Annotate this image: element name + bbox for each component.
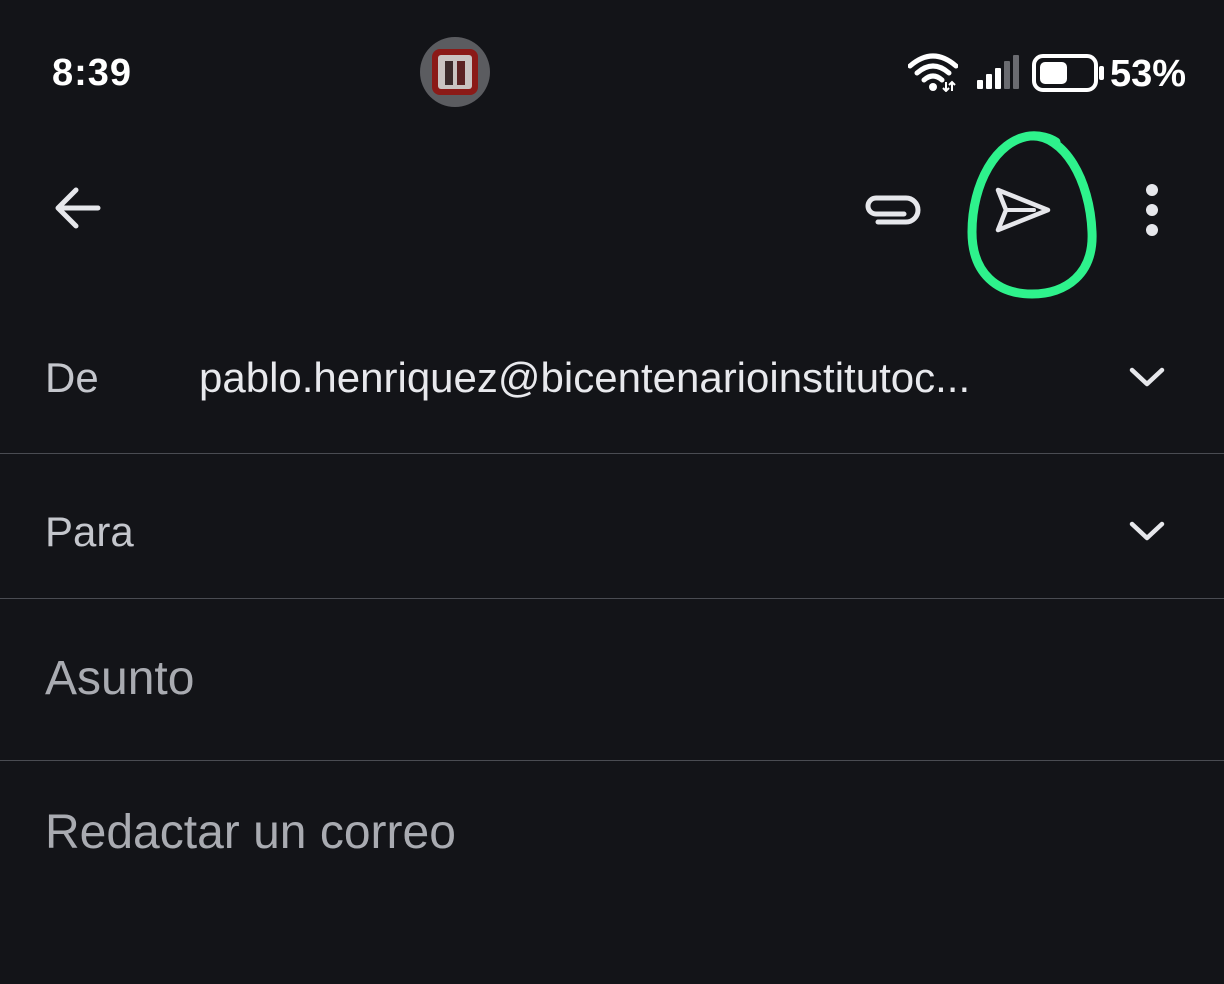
body-field[interactable]: Redactar un correo <box>0 761 1224 984</box>
signal-icon <box>977 55 1019 89</box>
status-time: 8:39 <box>52 52 133 94</box>
to-label: Para <box>45 508 134 555</box>
from-address[interactable]: pablo.henriquez@bicentenarioinstitutoc..… <box>199 354 970 402</box>
more-vert-icon[interactable] <box>1128 176 1176 244</box>
chevron-down-icon[interactable] <box>1124 516 1170 546</box>
from-row[interactable]: De pablo.henriquez@bicentenarioinstituto… <box>0 300 1224 454</box>
notification-thumbnail <box>432 49 478 95</box>
subject-placeholder: Asunto <box>45 652 195 705</box>
status-bar: 8:39 53% <box>0 0 1224 140</box>
battery-icon <box>1032 54 1104 92</box>
from-label: De <box>45 354 99 401</box>
subject-field[interactable]: Asunto <box>0 599 1224 761</box>
to-row[interactable]: Para <box>0 454 1224 599</box>
notification-bubble-icon[interactable] <box>420 37 490 107</box>
wifi-icon <box>908 53 958 92</box>
body-placeholder: Redactar un correo <box>45 806 456 859</box>
attach-icon[interactable] <box>856 176 926 244</box>
chevron-down-icon[interactable] <box>1124 362 1170 392</box>
back-arrow-icon[interactable] <box>44 174 112 242</box>
send-icon[interactable] <box>984 176 1060 244</box>
battery-percent: 53% <box>1110 53 1187 95</box>
compose-toolbar <box>0 140 1224 290</box>
